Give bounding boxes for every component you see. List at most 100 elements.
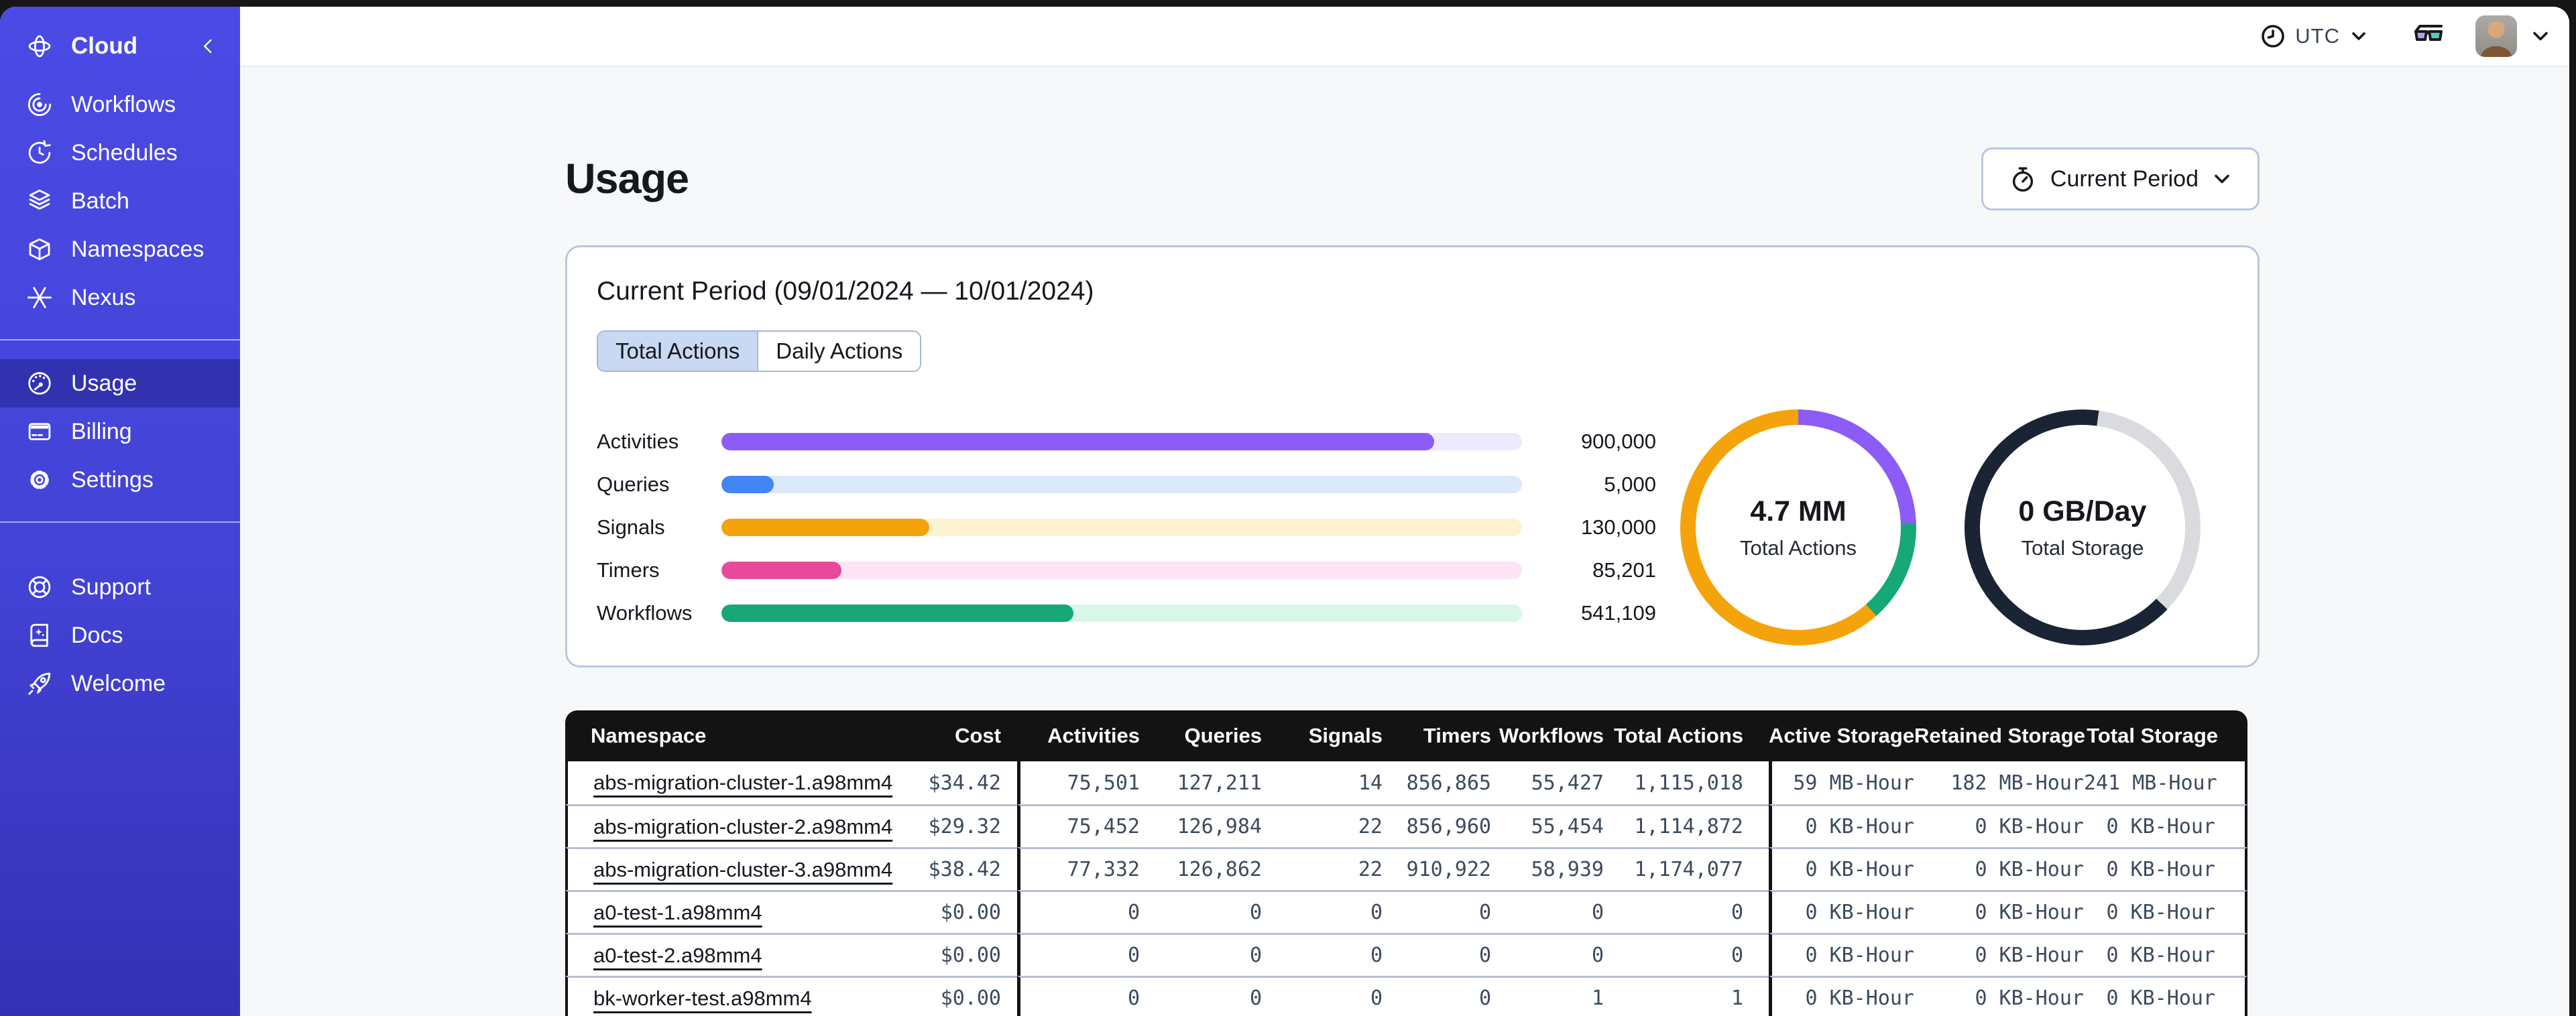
bar-fill xyxy=(721,605,1074,622)
sidebar-item-label: Docs xyxy=(71,622,123,648)
bar-value: 541,109 xyxy=(1580,601,1656,625)
cell-activities: 75,501 xyxy=(1017,761,1140,804)
workflows-icon xyxy=(27,92,52,117)
account-menu-button[interactable] xyxy=(2530,26,2551,46)
cell-retained-storage: 0 KB-Hour xyxy=(1914,933,2084,976)
content-area: UTC Usage Current Period Current Period … xyxy=(240,7,2569,1016)
cell-retained-storage: 0 KB-Hour xyxy=(1914,804,2084,847)
col-queries: Queries xyxy=(1140,710,1262,761)
cell-active-storage: 0 KB-Hour xyxy=(1769,890,1914,933)
namespace-link[interactable]: abs-migration-cluster-2.a98mm4 xyxy=(593,815,892,838)
docs-book-icon xyxy=(30,623,48,647)
sidebar-item-label: Nexus xyxy=(71,284,136,310)
cell-active-storage: 0 KB-Hour xyxy=(1769,804,1914,847)
col-activities: Activities xyxy=(1017,710,1140,761)
cell-total-actions: 1,114,872 xyxy=(1604,804,1769,847)
bar-fill xyxy=(721,476,774,493)
brand-label: Cloud xyxy=(71,33,138,59)
sidebar-item-docs[interactable]: Docs xyxy=(0,611,240,659)
cell-active-storage: 59 MB-Hour xyxy=(1769,761,1914,804)
sidebar-item-schedules[interactable]: Schedules xyxy=(0,129,240,177)
cell-total-storage: 0 KB-Hour xyxy=(2084,976,2247,1016)
sidebar-collapse-button[interactable] xyxy=(197,34,221,58)
cell-cost: $0.00 xyxy=(874,976,1017,1016)
sidebar-item-welcome[interactable]: Welcome xyxy=(0,659,240,708)
bar-row-activities: Activities 900,000 xyxy=(597,430,1656,453)
cell-timers: 856,865 xyxy=(1383,761,1491,804)
bar-fill xyxy=(721,519,930,536)
usage-page: Usage Current Period Current Period (09/… xyxy=(240,67,2569,1016)
glasses-icon xyxy=(2414,25,2443,41)
col-total-storage: Total Storage xyxy=(2084,710,2247,761)
col-namespace: Namespace xyxy=(565,710,874,761)
namespace-link[interactable]: abs-migration-cluster-3.a98mm4 xyxy=(593,858,892,881)
cell-cost: $38.42 xyxy=(874,847,1017,890)
table-row: abs-migration-cluster-2.a98mm4 $29.32 75… xyxy=(565,804,2247,847)
sidebar-item-nexus[interactable]: Nexus xyxy=(0,273,240,322)
sidebar-item-label: Welcome xyxy=(71,670,166,696)
bar-label: Signals xyxy=(597,515,665,539)
bar-fill xyxy=(721,562,842,579)
table-row: bk-worker-test.a98mm4 $0.00 0 0 0 0 1 1 … xyxy=(565,976,2247,1016)
cell-activities: 0 xyxy=(1017,976,1140,1016)
cell-cost: $34.42 xyxy=(874,761,1017,804)
sidebar-item-usage[interactable]: Usage xyxy=(0,359,240,407)
cell-signals: 0 xyxy=(1262,890,1383,933)
table-header-row: Namespace Cost Activities Queries Signal… xyxy=(565,710,2247,761)
table-row: a0-test-1.a98mm4 $0.00 0 0 0 0 0 0 0 KB-… xyxy=(565,890,2247,933)
sidebar-item-workflows[interactable]: Workflows xyxy=(0,80,240,129)
bar-value: 900,000 xyxy=(1580,430,1656,453)
cell-total-actions: 0 xyxy=(1604,890,1769,933)
cell-total-actions: 1,174,077 xyxy=(1604,847,1769,890)
col-retained-storage: Retained Storage xyxy=(1914,710,2085,761)
sidebar-item-billing[interactable]: Billing xyxy=(0,407,240,456)
cell-queries: 126,984 xyxy=(1140,804,1262,847)
sidebar-item-label: Workflows xyxy=(71,91,176,117)
chevron-down-icon xyxy=(2352,32,2365,40)
tab-daily-actions[interactable]: Daily Actions xyxy=(757,332,921,371)
cell-signals: 0 xyxy=(1262,933,1383,976)
cell-workflows: 55,427 xyxy=(1491,761,1604,804)
support-lifebuoy-icon xyxy=(28,576,51,598)
clock-icon xyxy=(2262,25,2285,48)
user-avatar[interactable] xyxy=(2475,15,2517,57)
current-period-card: Current Period (09/01/2024 — 10/01/2024)… xyxy=(565,245,2260,668)
bar-track xyxy=(721,476,1522,493)
cell-timers: 0 xyxy=(1383,890,1491,933)
sidebar-item-support[interactable]: Support xyxy=(0,563,240,611)
bar-track xyxy=(721,605,1522,622)
cell-cost: $0.00 xyxy=(874,890,1017,933)
cell-timers: 910,922 xyxy=(1383,847,1491,890)
donut-value: 0 GB/Day xyxy=(2018,495,2147,527)
namespace-link[interactable]: bk-worker-test.a98mm4 xyxy=(593,987,812,1010)
cell-signals: 22 xyxy=(1262,804,1383,847)
cell-total-storage: 0 KB-Hour xyxy=(2084,890,2247,933)
col-workflows: Workflows xyxy=(1491,710,1604,761)
page-title: Usage xyxy=(565,155,689,202)
tab-total-actions[interactable]: Total Actions xyxy=(598,332,758,371)
cell-signals: 22 xyxy=(1262,847,1383,890)
table-row: abs-migration-cluster-3.a98mm4 $38.42 77… xyxy=(565,847,2247,890)
namespace-link[interactable]: a0-test-2.a98mm4 xyxy=(593,944,762,967)
sidebar-item-namespaces[interactable]: Namespaces xyxy=(0,225,240,273)
bar-fill xyxy=(721,433,1434,450)
namespace-link[interactable]: a0-test-1.a98mm4 xyxy=(593,901,762,924)
bar-row-timers: Timers 85,201 xyxy=(597,558,1656,582)
bar-track xyxy=(721,433,1522,450)
sidebar-item-batch[interactable]: Batch xyxy=(0,177,240,225)
settings-gear-icon xyxy=(30,470,49,489)
cell-total-storage: 0 KB-Hour xyxy=(2084,847,2247,890)
sidebar-item-settings[interactable]: Settings xyxy=(0,456,240,504)
cell-signals: 0 xyxy=(1262,976,1383,1016)
timezone-selector[interactable]: UTC xyxy=(2260,23,2368,49)
bar-row-workflows: Workflows 541,109 xyxy=(597,601,1656,625)
cell-total-actions: 1,115,018 xyxy=(1604,761,1769,804)
labs-glasses-button[interactable] xyxy=(2411,19,2446,54)
period-dropdown-button[interactable]: Current Period xyxy=(1981,147,2260,210)
bar-row-signals: Signals 130,000 xyxy=(597,515,1656,539)
cell-signals: 14 xyxy=(1262,761,1383,804)
cell-activities: 75,452 xyxy=(1017,804,1140,847)
chevron-down-icon xyxy=(2215,174,2229,184)
cell-total-storage: 0 KB-Hour xyxy=(2084,933,2247,976)
namespace-link[interactable]: abs-migration-cluster-1.a98mm4 xyxy=(593,771,892,794)
